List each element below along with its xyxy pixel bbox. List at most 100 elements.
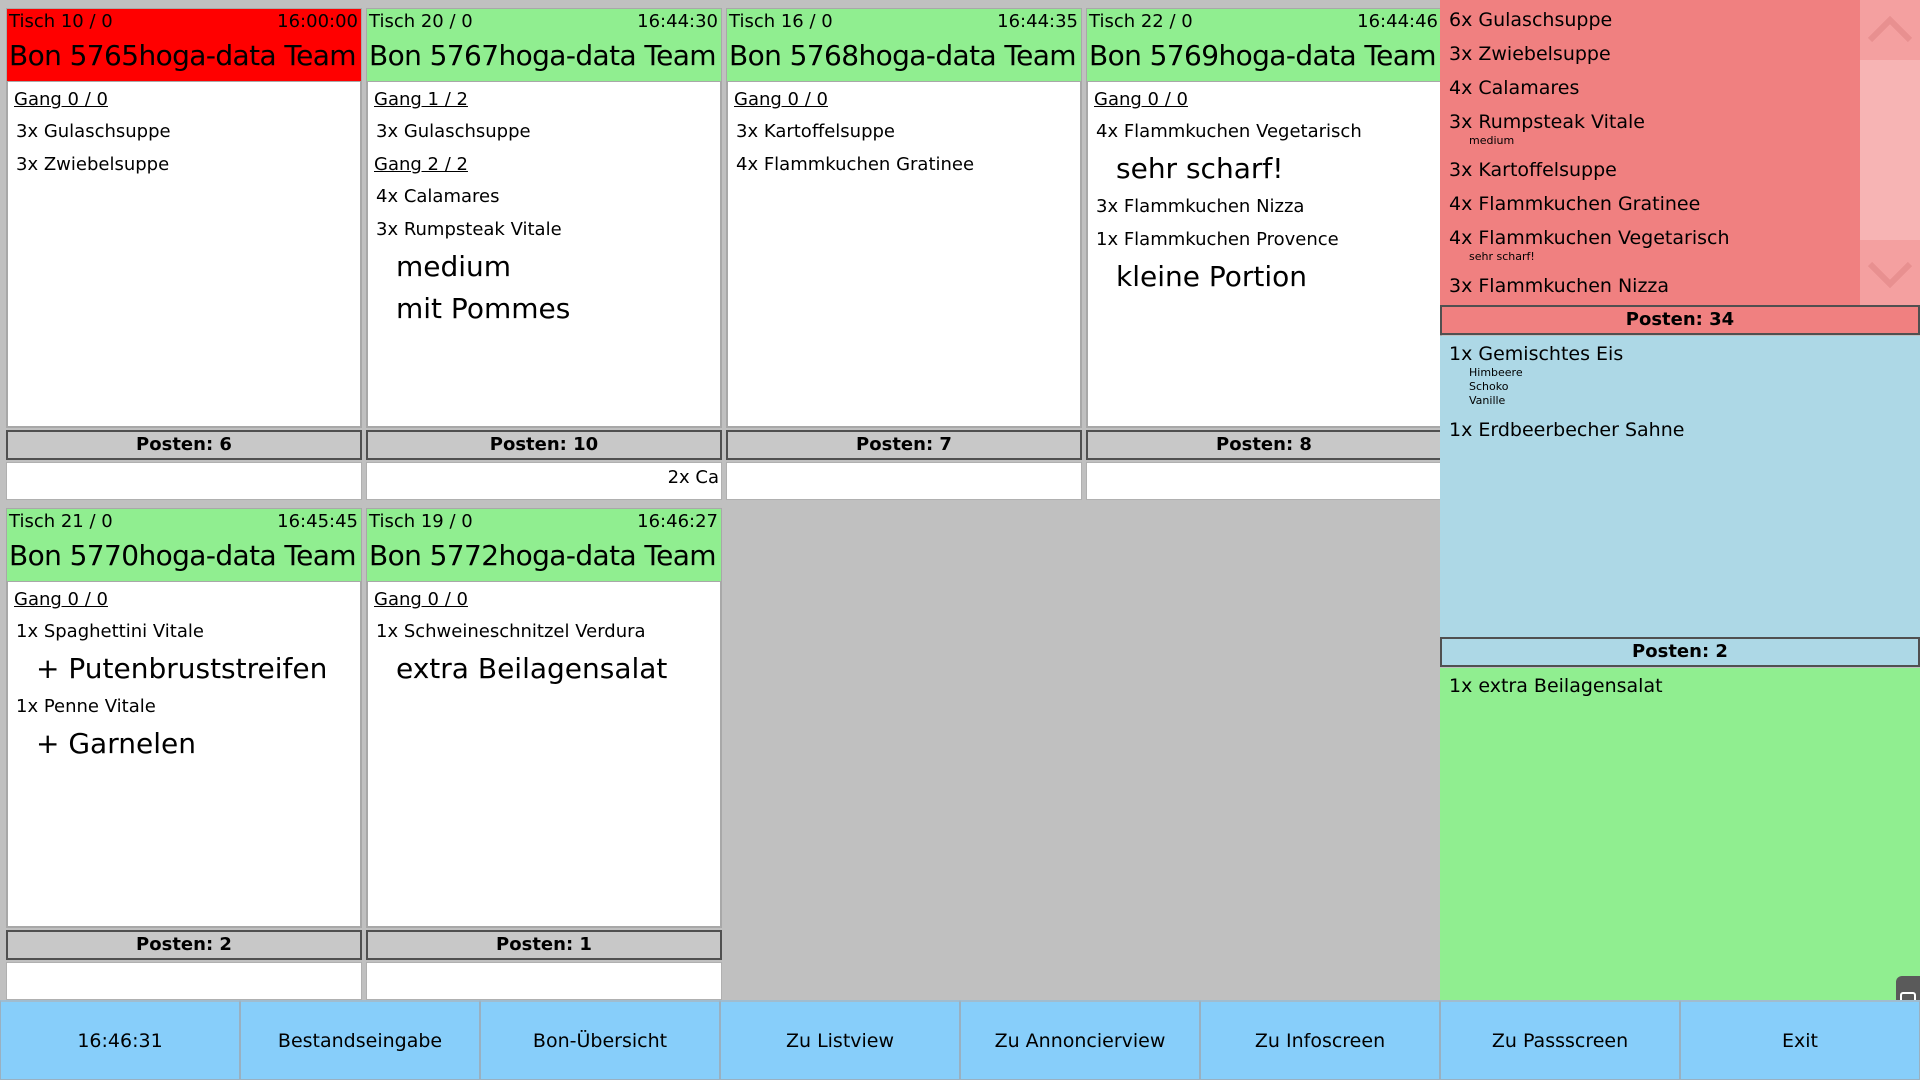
bon-time-label: 16:44:30 (637, 11, 718, 32)
item-modifier: + Garnelen (36, 727, 196, 760)
summary-entry[interactable]: 4x Calamares (1440, 76, 1920, 100)
summary-entry[interactable]: 1x extra Beilagensalat (1440, 674, 1920, 698)
summary-entry[interactable]: 3x Kartoffelsuppe (1440, 158, 1920, 182)
bon-items: Gang 1 / 2 3x Gulaschsuppe Gang 2 / 2 4x Ca… (366, 82, 722, 428)
course-label[interactable]: Gang 0 / 0 (1094, 88, 1440, 112)
bon-card[interactable]: Tisch 22 / 0 16:44:46 Bon 5769hoga-data Te… (1086, 8, 1442, 500)
bon-title: Bon 5770hoga-data Team (9, 539, 357, 572)
bestandseingabe-button[interactable]: Bestandseingabe (240, 1000, 480, 1080)
exit-button[interactable]: Exit (1680, 1000, 1920, 1080)
bon-title: Bon 5769hoga-data Team (1089, 39, 1437, 72)
order-item[interactable]: 3x Gulaschsuppe (376, 120, 720, 144)
course-label[interactable]: Gang 0 / 0 (14, 88, 360, 112)
bon-card[interactable]: Tisch 16 / 0 16:44:35 Bon 5768hoga-data Te… (726, 8, 1082, 500)
bon-time-label: 16:45:45 (277, 511, 358, 532)
summary-entry[interactable]: 1x Gemischtes Eis Himbeere Schoko Vanille (1440, 342, 1920, 408)
course-label[interactable]: Gang 0 / 0 (374, 588, 720, 612)
order-item[interactable]: 4x Flammkuchen Gratinee (736, 153, 1080, 177)
bon-header: Tisch 19 / 0 16:46:27 Bon 5772hoga-data Te… (366, 508, 722, 582)
bottom-toolbar: 16:46:31 Bestandseingabe Bon-Übersicht Zu L… (0, 1000, 1920, 1080)
summary-scrollbar[interactable] (1860, 0, 1920, 305)
bon-card[interactable]: Tisch 10 / 0 16:00:00 Bon 5765hoga-data Te… (6, 8, 362, 500)
item-modifier: sehr scharf! (1116, 152, 1284, 185)
chevron-up-icon[interactable] (1866, 6, 1914, 54)
summary-item-note: medium (1469, 134, 1515, 147)
zu-annoncierview-button[interactable]: Zu Annoncierview (960, 1000, 1200, 1080)
bon-footer-ticker (726, 462, 1082, 500)
course-label[interactable]: Gang 0 / 0 (734, 88, 1080, 112)
summary-entry[interactable]: 1x Erdbeerbecher Sahne (1440, 418, 1920, 442)
bon-footer-ticker (6, 462, 362, 500)
bon-footer-ticker (366, 962, 722, 1000)
bon-item-count: Posten: 8 (1086, 430, 1442, 460)
order-item[interactable]: 3x Zwiebelsuppe (16, 153, 360, 177)
zu-listview-button[interactable]: Zu Listview (720, 1000, 960, 1080)
bon-card[interactable]: Tisch 19 / 0 16:46:27 Bon 5772hoga-data Te… (366, 508, 722, 1000)
summary-item-note: Schoko (1469, 380, 1509, 393)
summary-entry[interactable]: 3x Flammkuchen Nizza (1440, 274, 1920, 298)
scroll-thumb[interactable] (1860, 60, 1920, 240)
order-item[interactable]: 4x Flammkuchen Vegetarisch (1096, 120, 1440, 144)
summary-entry[interactable]: 4x Flammkuchen Vegetarisch sehr scharf! (1440, 226, 1920, 264)
course-label[interactable]: Gang 0 / 0 (14, 588, 360, 612)
order-item[interactable]: 3x Kartoffelsuppe (736, 120, 1080, 144)
bon-items: Gang 0 / 0 4x Flammkuchen Vegetarisch sehr… (1086, 82, 1442, 428)
bon-item-count: Posten: 6 (6, 430, 362, 460)
order-item[interactable]: 3x Rumpsteak Vitale (376, 218, 720, 242)
bon-title: Bon 5768hoga-data Team (729, 39, 1077, 72)
summary-item: 3x Kartoffelsuppe (1449, 159, 1617, 181)
bon-time-label: 16:44:35 (997, 11, 1078, 32)
summary-item: 1x Gemischtes Eis (1449, 343, 1624, 365)
bon-item-count: Posten: 2 (6, 930, 362, 960)
order-item[interactable]: 1x Penne Vitale (16, 695, 360, 719)
clock-button[interactable]: 16:46:31 (0, 1000, 240, 1080)
summary-item: 3x Zwiebelsuppe (1449, 43, 1611, 65)
bon-items: Gang 0 / 0 1x Schweineschnitzel Verdura ex… (366, 582, 722, 928)
bon-time-label: 16:46:27 (637, 511, 718, 532)
bon-items: Gang 0 / 0 3x Gulaschsuppe 3x Zwiebelsuppe (6, 82, 362, 428)
zu-infoscreen-button[interactable]: Zu Infoscreen (1200, 1000, 1440, 1080)
bon-time-label: 16:00:00 (277, 11, 358, 32)
order-item[interactable]: 1x Schweineschnitzel Verdura (376, 620, 720, 644)
bon-time-label: 16:44:46 (1357, 11, 1438, 32)
bon-table-label: Tisch 10 / 0 (9, 11, 113, 32)
chevron-down-icon[interactable] (1866, 250, 1914, 298)
bon-header: Tisch 22 / 0 16:44:46 Bon 5769hoga-data Te… (1086, 8, 1442, 82)
bon-card[interactable]: Tisch 20 / 0 16:44:30 Bon 5767hoga-data Te… (366, 8, 722, 500)
bon-header: Tisch 16 / 0 16:44:35 Bon 5768hoga-data Te… (726, 8, 1082, 82)
bon-items: Gang 0 / 0 3x Kartoffelsuppe 4x Flammkuche… (726, 82, 1082, 428)
bon-card[interactable]: Tisch 21 / 0 16:45:45 Bon 5770hoga-data Te… (6, 508, 362, 1000)
item-modifier: + Putenbruststreifen (36, 652, 328, 685)
summary-entry[interactable]: 4x Flammkuchen Gratinee (1440, 192, 1920, 216)
summary-item-note: sehr scharf! (1469, 250, 1535, 263)
course-label[interactable]: Gang 1 / 2 (374, 88, 720, 112)
bon-uebersicht-button[interactable]: Bon-Übersicht (480, 1000, 720, 1080)
summary-entry[interactable]: 6x Gulaschsuppe (1440, 8, 1920, 32)
order-item[interactable]: 1x Spaghettini Vitale (16, 620, 360, 644)
summary-item: 1x Erdbeerbecher Sahne (1449, 419, 1685, 441)
course-label[interactable]: Gang 2 / 2 (374, 153, 720, 177)
bon-item-count: Posten: 10 (366, 430, 722, 460)
order-item[interactable]: 1x Flammkuchen Provence (1096, 228, 1440, 252)
order-item[interactable]: 3x Gulaschsuppe (16, 120, 360, 144)
bon-title: Bon 5765hoga-data Team (9, 39, 357, 72)
bon-footer-ticker (6, 962, 362, 1000)
summary-pending-list[interactable]: 6x Gulaschsuppe 3x Zwiebelsuppe 4x Calamar… (1440, 0, 1920, 305)
bon-title: Bon 5772hoga-data Team (369, 539, 717, 572)
bon-footer-ticker: 2x Ca (366, 462, 722, 500)
summary-dessert-list[interactable]: 1x Gemischtes Eis Himbeere Schoko Vanille 1x… (1440, 336, 1920, 637)
summary-extra-list[interactable]: 1x extra Beilagensalat (1440, 668, 1920, 1000)
summary-entry[interactable]: 3x Rumpsteak Vitale medium (1440, 110, 1920, 148)
bon-table-label: Tisch 16 / 0 (729, 11, 833, 32)
bon-table-label: Tisch 22 / 0 (1089, 11, 1193, 32)
bon-header: Tisch 20 / 0 16:44:30 Bon 5767hoga-data Te… (366, 8, 722, 82)
summary-pending-count: Posten: 34 (1440, 305, 1920, 335)
bon-header: Tisch 21 / 0 16:45:45 Bon 5770hoga-data Te… (6, 508, 362, 582)
summary-sidebar: 6x Gulaschsuppe 3x Zwiebelsuppe 4x Calamar… (1440, 0, 1920, 1000)
summary-entry[interactable]: 3x Zwiebelsuppe (1440, 42, 1920, 66)
summary-item: 3x Flammkuchen Nizza (1449, 275, 1670, 297)
order-item[interactable]: 3x Flammkuchen Nizza (1096, 195, 1440, 219)
zu-passscreen-button[interactable]: Zu Passscreen (1440, 1000, 1680, 1080)
order-item[interactable]: 4x Calamares (376, 185, 720, 209)
summary-item: 4x Calamares (1449, 77, 1580, 99)
